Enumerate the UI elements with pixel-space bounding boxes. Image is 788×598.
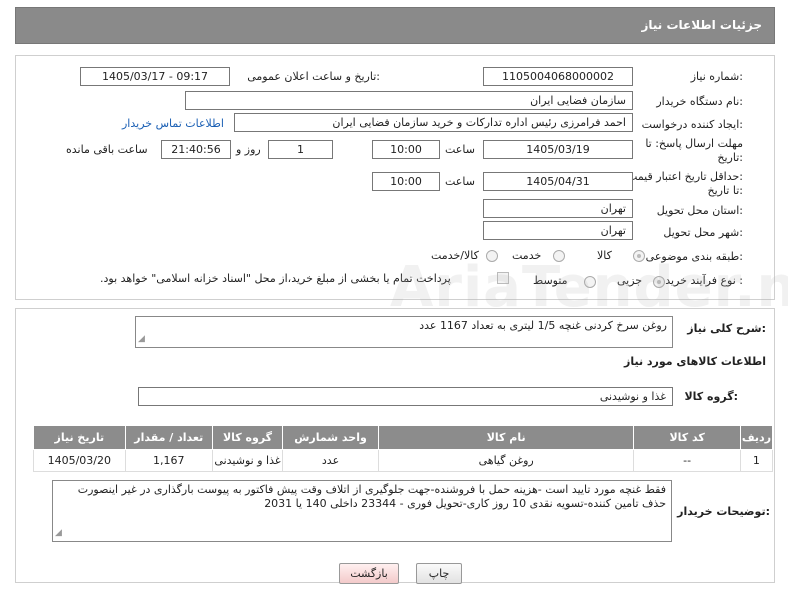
- buyer-notes-text: فقط غنچه مورد تایید است -هزینه حمل با فر…: [77, 483, 666, 510]
- buyer-notes-label: توضیحات خریدار:: [677, 505, 770, 518]
- buyer-contact-link[interactable]: اطلاعات تماس خریدار: [122, 117, 224, 130]
- buyer-org-label: نام دستگاه خریدار:: [656, 95, 743, 108]
- back-button[interactable]: بازگشت: [339, 563, 399, 584]
- creator-field: احمد فرامرزی رئیس اداره تدارکات و خرید س…: [234, 113, 633, 132]
- col-group: گروه کالا: [211, 425, 284, 450]
- goods-table: ردیف کد کالا نام کالا واحد شمارش گروه کا…: [33, 425, 774, 472]
- deadline-label: مهلت ارسال پاسخ: تا: [645, 137, 743, 150]
- price-validity-label: حداقل تاریخ اعتبار قیمت:: [627, 170, 743, 183]
- process-option-medium: متوسط: [533, 274, 568, 287]
- category-option-service: خدمت: [512, 249, 542, 262]
- col-need-date: تاریخ نیاز: [33, 425, 126, 450]
- cell-unit: عدد: [282, 449, 379, 472]
- process-option-minor: جزیی: [617, 274, 643, 287]
- category-radio-goods[interactable]: [633, 250, 645, 262]
- process-type-label: نوع فرآیند خرید :: [665, 274, 743, 287]
- need-number-label: شماره نیاز:: [690, 70, 743, 83]
- goods-info-title: اطلاعات کالاهای مورد نیاز: [624, 355, 766, 368]
- deadline-label-2: تاریخ:: [717, 151, 743, 164]
- col-row: ردیف: [739, 425, 774, 450]
- treasury-payment-checkbox[interactable]: [497, 272, 509, 284]
- remaining-time-label: ساعت باقی مانده: [66, 143, 148, 156]
- col-code: کد کالا: [633, 425, 741, 450]
- category-radio-goods-service[interactable]: [486, 250, 498, 262]
- treasury-payment-note: پرداخت تمام یا بخشی از مبلغ خرید،از محل …: [100, 272, 451, 285]
- province-label: استان محل تحویل:: [656, 204, 743, 217]
- need-number-field: 1105004068000002: [483, 67, 633, 86]
- description-textarea[interactable]: روغن سرخ کردنی غنچه 1/5 لیتری به تعداد 1…: [135, 316, 673, 348]
- cell-need-date: 1405/03/20: [33, 449, 126, 472]
- deadline-date-field: 1405/03/19: [483, 140, 633, 159]
- cell-code: --: [633, 449, 741, 472]
- cell-row: 1: [739, 449, 774, 472]
- price-validity-time-label: ساعت: [445, 175, 475, 188]
- city-label: شهر محل تحویل:: [663, 226, 743, 239]
- category-option-goods-service: کالا/خدمت: [431, 249, 479, 262]
- col-unit: واحد شمارش: [282, 425, 379, 450]
- category-option-goods: کالا: [597, 249, 612, 262]
- category-radio-service[interactable]: [553, 250, 565, 262]
- buyer-org-field: سازمان فضایی ایران: [185, 91, 633, 110]
- buyer-notes-textarea[interactable]: فقط غنچه مورد تایید است -هزینه حمل با فر…: [52, 480, 672, 542]
- description-text: روغن سرخ کردنی غنچه 1/5 لیتری به تعداد 1…: [419, 319, 667, 332]
- resize-grip-icon: ◢: [55, 528, 62, 538]
- process-radio-medium[interactable]: [584, 276, 596, 288]
- remaining-time-field: 21:40:56: [161, 140, 231, 159]
- cell-group: غذا و نوشیدنی: [211, 449, 284, 472]
- col-quantity: تعداد / مقدار: [124, 425, 213, 450]
- cell-quantity: 1,167: [124, 449, 213, 472]
- cell-name: روغن گیاهی: [377, 449, 635, 472]
- category-label: طبقه بندی موضوعی:: [645, 250, 743, 263]
- page-header: جزئیات اطلاعات نیاز: [15, 7, 775, 44]
- process-radio-minor[interactable]: [653, 276, 665, 288]
- creator-label: ایجاد کننده درخواست:: [641, 118, 743, 131]
- deadline-time-field: 10:00: [372, 140, 440, 159]
- col-name: نام کالا: [377, 425, 635, 450]
- announce-field: 1405/03/17 - 09:17: [80, 67, 230, 86]
- goods-group-field: غذا و نوشیدنی: [138, 387, 673, 406]
- print-button[interactable]: چاپ: [416, 563, 462, 584]
- city-field: تهران: [483, 221, 633, 240]
- page-title: جزئیات اطلاعات نیاز: [641, 18, 762, 32]
- goods-table-header: ردیف کد کالا نام کالا واحد شمارش گروه کا…: [33, 425, 774, 450]
- days-remaining-field: 1: [268, 140, 333, 159]
- resize-grip-icon: ◢: [138, 334, 145, 344]
- announce-label: تاریخ و ساعت اعلان عمومی:: [247, 70, 380, 83]
- price-validity-date-field: 1405/04/31: [483, 172, 633, 191]
- price-validity-time-field: 10:00: [372, 172, 440, 191]
- days-label: روز و: [236, 143, 261, 156]
- goods-group-label: گروه کالا:: [684, 390, 738, 403]
- deadline-time-label: ساعت: [445, 143, 475, 156]
- table-row: 1 -- روغن گیاهی عدد غذا و نوشیدنی 1,167 …: [33, 449, 774, 472]
- description-label: شرح کلی نیاز:: [687, 322, 766, 335]
- province-field: تهران: [483, 199, 633, 218]
- price-validity-label-2: تا تاریخ:: [707, 184, 743, 197]
